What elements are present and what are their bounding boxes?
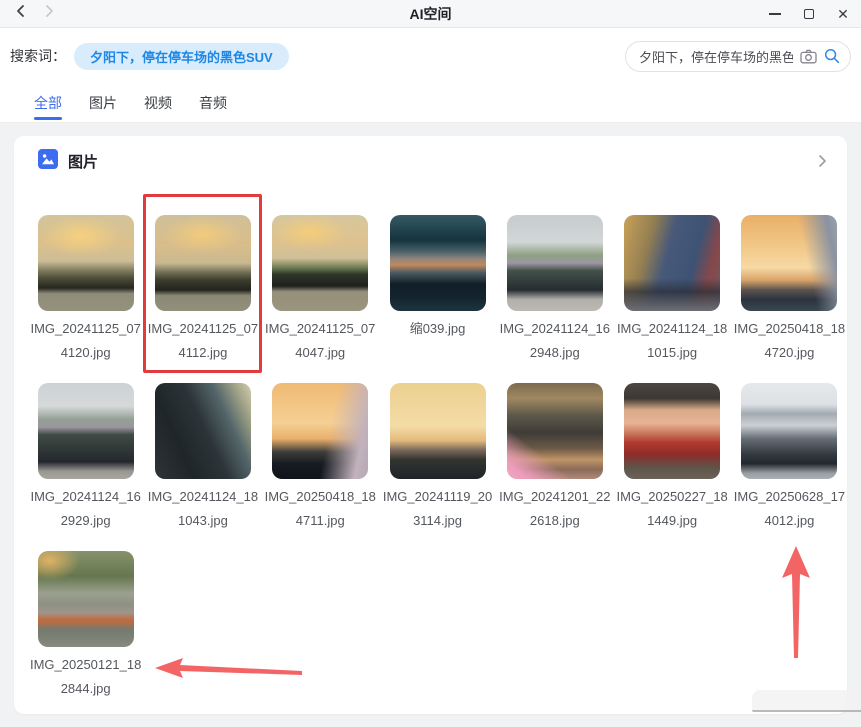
image-filename: 2929.jpg — [27, 509, 144, 533]
image-tile[interactable]: IMG_20250418_18 4720.jpg — [731, 215, 848, 383]
image-tile[interactable]: IMG_20241201_22 2618.jpg — [496, 383, 613, 551]
images-section-header: 图片 — [14, 151, 847, 171]
image-filename: 2618.jpg — [496, 509, 613, 533]
image-thumbnail[interactable] — [38, 215, 134, 311]
image-filename: IMG_20241119_20 — [379, 485, 496, 509]
image-tile-highlighted[interactable]: IMG_20241125_07 4112.jpg — [144, 215, 261, 383]
images-section-card: 图片 IMG_20241125_07 4120.jpg IMG_20241125… — [14, 136, 847, 714]
search-term-label: 搜索词： — [10, 46, 66, 66]
image-filename: IMG_20241201_22 — [496, 485, 613, 509]
image-filename: 4047.jpg — [262, 341, 379, 365]
image-tile[interactable]: IMG_20250418_18 4711.jpg — [262, 383, 379, 551]
search-icon[interactable] — [824, 48, 840, 64]
window-title: AI空间 — [0, 4, 861, 24]
minimize-icon — [769, 13, 781, 15]
tab-all[interactable]: 全部 — [34, 84, 62, 122]
image-thumbnail[interactable] — [390, 383, 486, 479]
image-tile[interactable]: IMG_20241124_18 1043.jpg — [144, 383, 261, 551]
image-filename: 2948.jpg — [496, 341, 613, 365]
image-tile[interactable]: IMG_20250628_17 4012.jpg — [731, 383, 848, 551]
forward-icon — [43, 3, 55, 24]
image-filename: IMG_20241124_18 — [614, 317, 731, 341]
image-filename: 4112.jpg — [144, 341, 261, 365]
image-filename: IMG_20241124_18 — [144, 485, 261, 509]
minimize-button[interactable] — [767, 6, 783, 22]
image-filename: 4120.jpg — [27, 341, 144, 365]
image-thumbnail[interactable] — [507, 215, 603, 311]
tab-images[interactable]: 图片 — [89, 84, 117, 122]
search-term-pill[interactable]: 夕阳下，停在停车场的黑色SUV — [74, 43, 289, 70]
image-thumbnail[interactable] — [624, 383, 720, 479]
image-filename: 缩039.jpg — [379, 317, 496, 341]
image-filename: 4711.jpg — [262, 509, 379, 533]
back-icon — [15, 3, 27, 24]
image-thumbnail[interactable] — [624, 215, 720, 311]
image-filename: IMG_20250121_18 — [27, 653, 144, 677]
watermark-remnant — [752, 690, 861, 712]
image-thumbnail[interactable] — [272, 383, 368, 479]
image-thumbnail[interactable] — [741, 215, 837, 311]
maximize-button[interactable] — [801, 6, 817, 22]
image-filename: IMG_20250418_18 — [262, 485, 379, 509]
image-tile[interactable]: IMG_20250121_18 2844.jpg — [27, 551, 144, 719]
image-filename: IMG_20250628_17 — [731, 485, 848, 509]
title-bar: AI空间 ✕ — [0, 0, 861, 28]
main-area: 图片 IMG_20241125_07 4120.jpg IMG_20241125… — [0, 123, 861, 727]
search-input[interactable] — [639, 49, 793, 64]
image-tile[interactable]: IMG_20250227_18 1449.jpg — [613, 383, 730, 551]
chevron-right-icon[interactable] — [818, 154, 827, 168]
image-thumbnail[interactable] — [507, 383, 603, 479]
image-filename: IMG_20241125_07 — [262, 317, 379, 341]
tab-videos[interactable]: 视频 — [144, 84, 172, 122]
section-title: 图片 — [68, 151, 98, 172]
image-thumbnail[interactable] — [155, 215, 251, 311]
image-thumbnail[interactable] — [390, 215, 486, 311]
image-filename: 1015.jpg — [614, 341, 731, 365]
image-filename: 4720.jpg — [731, 341, 848, 365]
image-filename: IMG_20250227_18 — [614, 485, 731, 509]
image-filename: IMG_20250418_18 — [731, 317, 848, 341]
image-thumbnail[interactable] — [272, 215, 368, 311]
image-filename: 4012.jpg — [731, 509, 848, 533]
image-filename: 1449.jpg — [614, 509, 731, 533]
image-thumbnail[interactable] — [741, 383, 837, 479]
image-tile[interactable]: 缩039.jpg — [379, 215, 496, 383]
forward-button[interactable] — [38, 3, 60, 25]
image-grid: IMG_20241125_07 4120.jpg IMG_20241125_07… — [27, 215, 847, 719]
image-thumbnail[interactable] — [38, 551, 134, 647]
image-section-icon — [38, 149, 58, 174]
image-tile[interactable]: IMG_20241119_20 3114.jpg — [379, 383, 496, 551]
search-row: 搜索词： 夕阳下，停在停车场的黑色SUV — [0, 28, 861, 84]
back-button[interactable] — [10, 3, 32, 25]
image-tile[interactable]: IMG_20241124_16 2929.jpg — [27, 383, 144, 551]
image-tile[interactable]: IMG_20241124_16 2948.jpg — [496, 215, 613, 383]
camera-icon[interactable] — [800, 49, 817, 64]
image-filename: 1043.jpg — [144, 509, 261, 533]
image-filename: IMG_20241125_07 — [144, 317, 261, 341]
tab-audio[interactable]: 音频 — [199, 84, 227, 122]
image-tile[interactable]: IMG_20241124_18 1015.jpg — [613, 215, 730, 383]
image-filename: IMG_20241124_16 — [27, 485, 144, 509]
maximize-icon — [804, 9, 814, 19]
image-filename: 2844.jpg — [27, 677, 144, 701]
close-button[interactable]: ✕ — [835, 6, 851, 22]
image-filename: 3114.jpg — [379, 509, 496, 533]
image-tile[interactable]: IMG_20241125_07 4120.jpg — [27, 215, 144, 383]
image-filename: IMG_20241125_07 — [27, 317, 144, 341]
image-tile[interactable]: IMG_20241125_07 4047.jpg — [262, 215, 379, 383]
search-box[interactable] — [625, 41, 851, 72]
image-thumbnail[interactable] — [38, 383, 134, 479]
close-icon: ✕ — [837, 7, 849, 21]
image-thumbnail[interactable] — [155, 383, 251, 479]
tab-bar: 全部 图片 视频 音频 — [0, 84, 861, 123]
image-filename: IMG_20241124_16 — [496, 317, 613, 341]
